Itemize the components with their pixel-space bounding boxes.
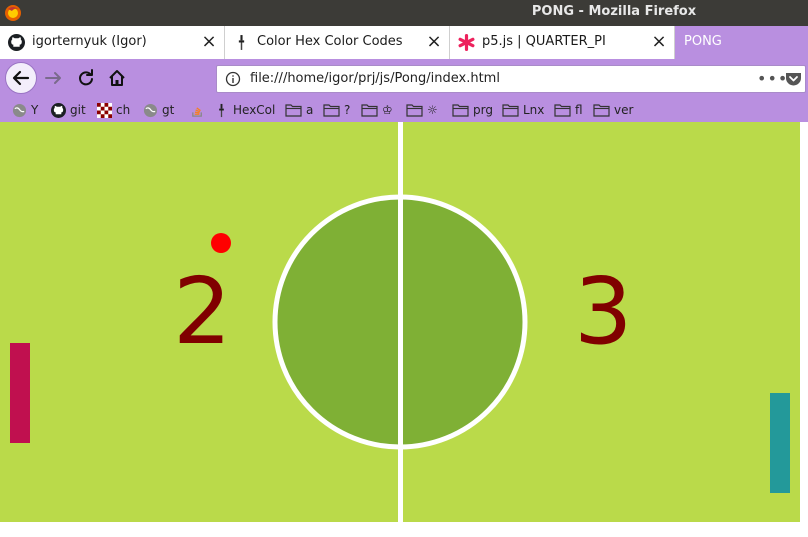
folder-icon: [554, 104, 571, 117]
tab-color-hex[interactable]: Color Hex Color Codes ×: [225, 26, 450, 59]
left-score: 2: [173, 258, 232, 365]
back-button[interactable]: [5, 62, 37, 94]
bookmarks-toolbar: Y git ch gt HexCol a ? ♔ ☼ prg Lnx fl ve…: [0, 98, 808, 122]
bookmark-gt[interactable]: gt: [143, 101, 174, 119]
left-paddle: [10, 343, 30, 443]
pipette-icon: [238, 35, 245, 50]
tab-label: igorternyuk (Igor): [32, 34, 147, 49]
bookmark-hexcol[interactable]: HexCol: [214, 101, 275, 119]
stackoverflow-icon: [192, 106, 202, 117]
arrow-right-icon: [45, 72, 61, 84]
tab-label: p5.js | QUARTER_PI: [482, 34, 606, 49]
github-icon: [51, 102, 66, 118]
folder-icon: [452, 104, 469, 117]
bookmark-git[interactable]: git: [51, 101, 86, 119]
more-actions-icon[interactable]: •••: [757, 69, 788, 88]
navigation-toolbar: file:///home/igor/prj/js/Pong/index.html…: [0, 59, 808, 98]
right-score: 3: [574, 258, 633, 365]
bookmark-folder-lnx[interactable]: Lnx: [502, 101, 544, 119]
p5-asterisk-icon: [458, 34, 475, 51]
right-paddle: [770, 393, 790, 493]
folder-icon: [285, 104, 302, 117]
bookmark-ch[interactable]: ch: [97, 101, 130, 119]
close-icon[interactable]: ×: [425, 33, 443, 51]
home-icon: [109, 70, 125, 86]
url-text: file:///home/igor/prj/js/Pong/index.html: [250, 71, 500, 86]
ball: [211, 233, 231, 253]
pocket-icon[interactable]: [785, 71, 802, 87]
window-title: PONG - Mozilla Firefox: [531, 4, 697, 19]
github-icon: [8, 34, 25, 51]
center-line: [398, 122, 403, 522]
bookmark-folder-prg[interactable]: prg: [452, 101, 493, 119]
tab-p5js[interactable]: p5.js | QUARTER_PI ×: [450, 26, 675, 59]
reload-button[interactable]: [72, 64, 100, 92]
close-icon[interactable]: ×: [650, 33, 668, 51]
info-icon[interactable]: [225, 71, 241, 87]
tab-label: Color Hex Color Codes: [257, 34, 403, 49]
bookmark-stackoverflow[interactable]: [190, 101, 209, 119]
folder-icon: [361, 104, 378, 117]
window-titlebar: PONG - Mozilla Firefox: [0, 0, 808, 26]
folder-icon: [406, 104, 423, 117]
url-bar[interactable]: file:///home/igor/prj/js/Pong/index.html…: [216, 65, 806, 93]
home-button[interactable]: [103, 64, 131, 92]
folder-icon: [502, 104, 519, 117]
bookmark-folder-king[interactable]: ♔: [361, 101, 393, 119]
tab-pong[interactable]: PONG: [675, 26, 808, 59]
bookmark-folder-ver[interactable]: ver: [593, 101, 633, 119]
bookmark-y[interactable]: Y: [12, 101, 38, 119]
close-icon[interactable]: ×: [200, 33, 218, 51]
chess-icon: [97, 102, 112, 118]
bookmark-folder-question[interactable]: ?: [323, 101, 350, 119]
forward-button[interactable]: [40, 64, 68, 92]
arrow-left-icon: [12, 70, 30, 86]
bookmark-folder-sun[interactable]: ☼: [406, 101, 438, 119]
pong-field: [10, 122, 790, 522]
pong-game-canvas[interactable]: 2 3: [0, 122, 800, 522]
tab-bar: igorternyuk (Igor) × Color Hex Color Cod…: [0, 26, 808, 59]
bookmark-folder-fl[interactable]: fl: [554, 101, 583, 119]
tab-github[interactable]: igorternyuk (Igor) ×: [0, 26, 225, 59]
globe-icon: [143, 103, 158, 117]
bookmark-folder-a[interactable]: a: [285, 101, 313, 119]
folder-icon: [593, 104, 610, 117]
pipette-icon: [219, 103, 224, 117]
reload-icon: [79, 69, 93, 86]
folder-icon: [323, 104, 340, 117]
tab-label: PONG: [684, 34, 722, 49]
globe-icon: [12, 103, 27, 117]
